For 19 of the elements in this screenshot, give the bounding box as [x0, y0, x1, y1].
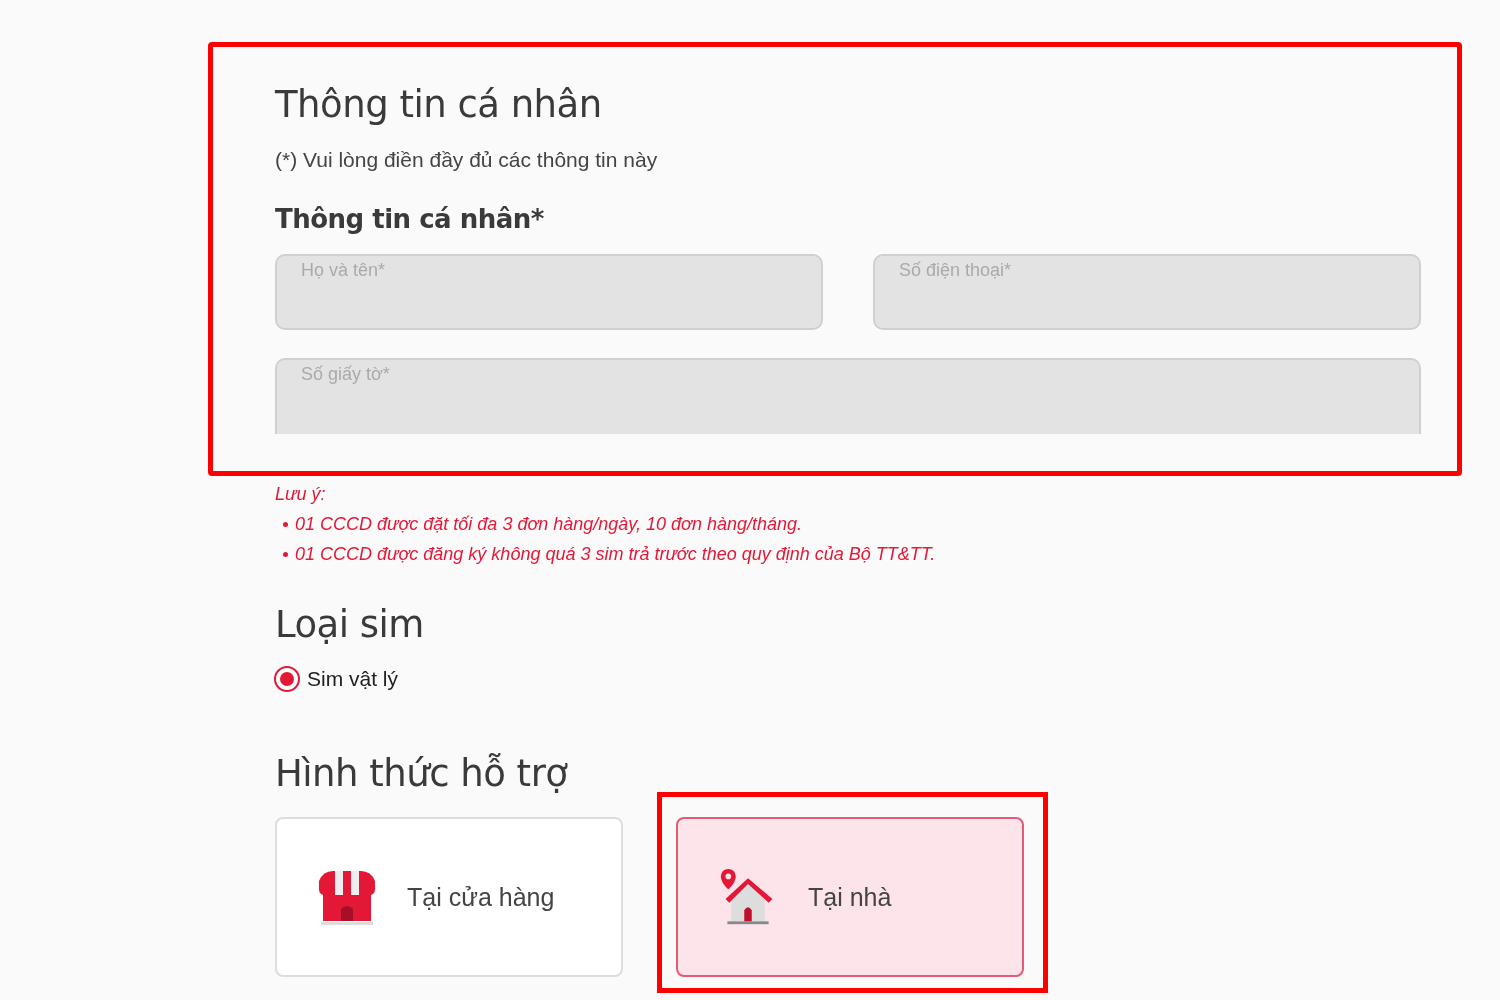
notice-item: 01 CCCD được đăng ký không quá 3 sim trả trước theo quy định của Bộ TT&TT.: [283, 544, 1500, 565]
subsection-title: Thông tin cá nhân*: [275, 204, 545, 234]
radio-button[interactable]: [274, 666, 300, 692]
option-label[interactable]: Tại nhà: [808, 882, 892, 912]
required-note: (*) Vui lòng điền đầy đủ các thông tin này: [275, 148, 659, 172]
section-title: Thông tin cá nhân: [275, 83, 603, 126]
input-field: Họ và tên*: [275, 254, 823, 330]
notice-title: Lưu ý:: [275, 484, 327, 505]
radio-label[interactable]: Sim vật lý: [307, 667, 398, 691]
option-label[interactable]: Tại cửa hàng: [407, 882, 555, 912]
bullet-icon: [283, 552, 288, 557]
option-card[interactable]: Tại nhà: [676, 817, 1024, 977]
bullet-icon: [283, 522, 288, 527]
notice-item: 01 CCCD được đặt tối đa 3 đơn hàng/ngày, 10 đơn hàng/tháng.: [283, 514, 1500, 535]
section-title: Hình thức hỗ trợ: [275, 752, 569, 795]
input-field: Số giấy tờ*: [275, 358, 1421, 434]
option-card[interactable]: Tại cửa hàng: [275, 817, 623, 977]
section-title: Loại sim: [275, 603, 425, 646]
input-field: Số điện thoại*: [873, 254, 1421, 330]
